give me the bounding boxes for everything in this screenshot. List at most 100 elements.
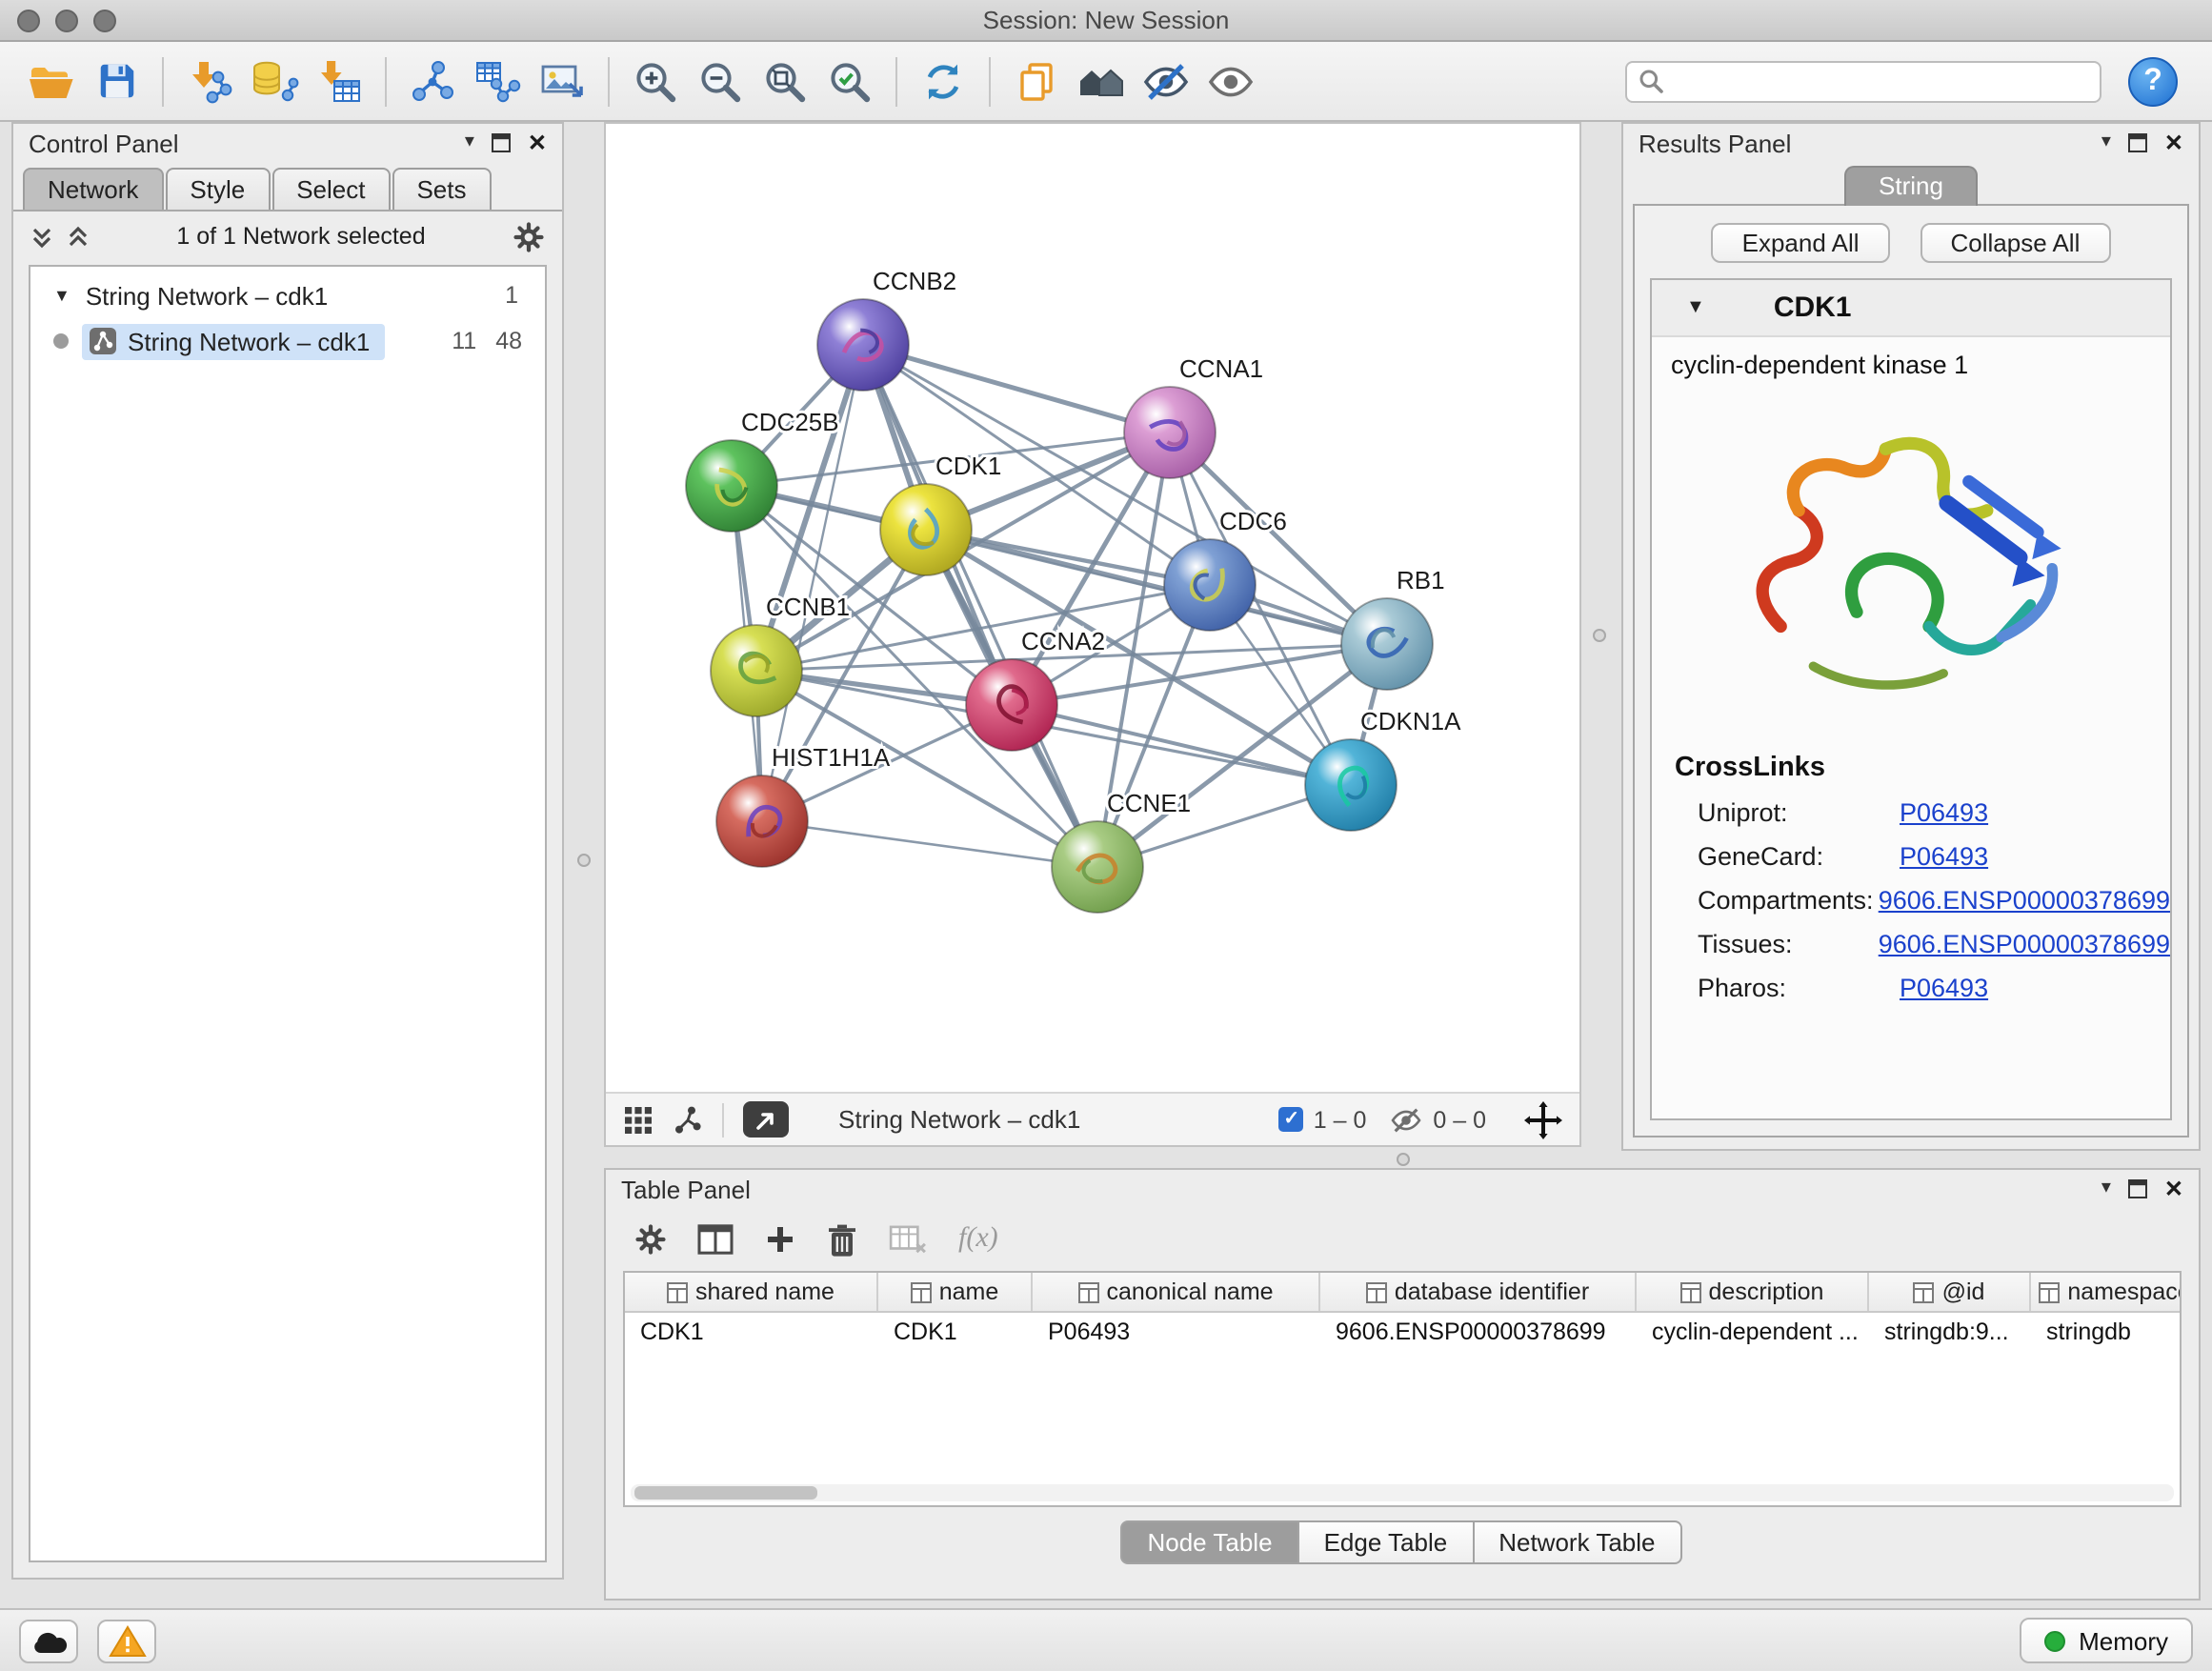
import-network-database-button[interactable] [242,49,307,113]
table-cell[interactable]: stringdb [2031,1313,2182,1351]
network-node-cdk1[interactable]: CDK1 [880,452,1001,575]
tab-node-table[interactable]: Node Table [1120,1520,1298,1564]
gene-section-header[interactable]: ▼ CDK1 [1652,280,2170,337]
table-cell[interactable]: P06493 [1033,1313,1320,1351]
zoom-in-button[interactable] [623,49,688,113]
horizontal-scrollbar[interactable] [631,1484,2174,1501]
minimize-window-button[interactable] [55,10,78,32]
column-header-database-identifier[interactable]: database identifier [1320,1273,1637,1311]
pan-crosshair-icon[interactable] [1524,1100,1562,1138]
close-panel-icon[interactable]: ✕ [2164,1178,2183,1200]
network-edge-ccna2-cdkn1a[interactable] [1012,705,1351,785]
table-row[interactable]: CDK1CDK1P064939606.ENSP00000378699cyclin… [625,1313,2180,1351]
help-button[interactable]: ? [2128,56,2178,106]
import-table-file-button[interactable] [307,49,372,113]
float-panel-icon[interactable] [2128,1179,2147,1198]
right-splitter-handle[interactable] [1593,629,1606,642]
column-header--id[interactable]: @id [1869,1273,2031,1311]
table-gear-icon[interactable] [634,1223,667,1256]
column-header-description[interactable]: description [1637,1273,1869,1311]
import-network-file-button[interactable] [177,49,242,113]
save-session-button[interactable] [84,49,149,113]
close-panel-icon[interactable]: ✕ [2164,131,2183,154]
gear-icon[interactable] [513,220,545,252]
show-all-button[interactable] [1198,49,1263,113]
tab-edge-table[interactable]: Edge Table [1297,1520,1475,1564]
panel-menu-icon[interactable]: ▾ [465,133,474,152]
crosslink-value-link[interactable]: P06493 [1900,798,1988,827]
refresh-view-button[interactable] [911,49,975,113]
zoom-selected-button[interactable] [817,49,882,113]
panel-menu-icon[interactable]: ▾ [2101,1179,2111,1198]
network-edge-ccnb2-ccne1[interactable] [863,345,1097,867]
network-node-ccnb1[interactable]: CCNB1 [711,593,850,716]
zoom-window-button[interactable] [93,10,116,32]
column-header-name[interactable]: name [878,1273,1033,1311]
cloud-status-button[interactable] [19,1619,78,1662]
crosslink-value-link[interactable]: 9606.ENSP00000378699 [1879,886,2170,915]
show-columns-icon[interactable] [697,1223,734,1256]
collapse-all-button[interactable]: Collapse All [1920,223,2111,263]
network-node-rb1[interactable]: RB1 [1341,566,1445,690]
network-node-hist1h1a[interactable]: HIST1H1A [716,743,891,867]
add-column-plus-icon[interactable] [764,1223,796,1256]
network-node-cdc6[interactable]: CDC6 [1164,507,1287,631]
memory-button[interactable]: Memory [2020,1618,2193,1663]
tab-sets[interactable]: Sets [392,168,491,210]
hidden-items-eye-slash-icon[interactable] [1389,1104,1423,1135]
scrollbar-thumb[interactable] [634,1486,817,1500]
table-cell[interactable]: cyclin-dependent ... [1637,1313,1869,1351]
network-node-ccna1[interactable]: CCNA1 [1124,354,1263,478]
float-panel-icon[interactable] [2128,133,2147,152]
open-in-window-button[interactable] [743,1101,789,1137]
crosslink-value-link[interactable]: P06493 [1900,842,1988,871]
left-splitter-handle[interactable] [577,854,591,867]
tab-network-table[interactable]: Network Table [1472,1520,1681,1564]
table-cell[interactable]: CDK1 [625,1313,878,1351]
float-panel-icon[interactable] [492,133,511,152]
network-node-cdc25b[interactable]: CDC25B [686,408,839,532]
bottom-splitter-handle[interactable] [1397,1153,1410,1166]
panel-menu-icon[interactable]: ▾ [2101,133,2111,152]
network-overview-icon[interactable] [673,1104,703,1135]
neighborhood-button[interactable] [1069,49,1134,113]
network-image-button[interactable] [530,49,594,113]
network-collection-row[interactable]: ▼ String Network – cdk1 1 [30,272,545,318]
column-header-namespace[interactable]: namespace [2031,1273,2182,1311]
function-builder-icon[interactable]: f(x) [958,1223,998,1256]
network-canvas[interactable]: CCNB2CCNA1CDC25BCDK1CDC6RB1CCNB1CCNA2CDK… [606,124,1579,1092]
tab-string[interactable]: String [1844,166,1978,206]
tab-style[interactable]: Style [165,168,270,210]
table-cell[interactable]: stringdb:9... [1869,1313,2031,1351]
duplicate-button[interactable] [1004,49,1069,113]
crosslink-value-link[interactable]: P06493 [1900,974,1988,1002]
close-window-button[interactable] [17,10,40,32]
search-input[interactable] [1671,68,2088,94]
section-expander-icon[interactable]: ▼ [1686,297,1705,318]
new-network-button[interactable] [400,49,465,113]
collapse-all-icon[interactable] [30,224,53,249]
delete-column-trash-icon[interactable] [827,1222,857,1257]
zoom-out-button[interactable] [688,49,753,113]
column-header-canonical-name[interactable]: canonical name [1033,1273,1320,1311]
network-from-table-button[interactable] [465,49,530,113]
network-edge-hist1h1a-ccne1[interactable] [762,821,1097,867]
birdseye-grid-icon[interactable] [623,1104,654,1135]
network-node-ccne1[interactable]: CCNE1 [1052,789,1191,913]
close-panel-icon[interactable]: ✕ [528,131,547,154]
network-node-ccnb2[interactable]: CCNB2 [817,267,956,391]
table-cell[interactable]: 9606.ENSP00000378699 [1320,1313,1637,1351]
crosslink-value-link[interactable]: 9606.ENSP00000378699 [1879,930,2170,958]
network-node-cdkn1a[interactable]: CDKN1A [1305,707,1461,831]
tab-select[interactable]: Select [271,168,390,210]
column-header-shared-name[interactable]: shared name [625,1273,878,1311]
hide-selected-button[interactable] [1134,49,1198,113]
table-cell[interactable]: CDK1 [878,1313,1033,1351]
zoom-fit-button[interactable] [753,49,817,113]
expand-all-icon[interactable] [67,224,90,249]
warnings-button[interactable] [97,1619,156,1662]
expand-all-button[interactable]: Expand All [1712,223,1890,263]
open-session-button[interactable] [19,49,84,113]
network-edge-ccnb2-ccna1[interactable] [863,345,1170,433]
tab-network[interactable]: Network [23,168,163,210]
